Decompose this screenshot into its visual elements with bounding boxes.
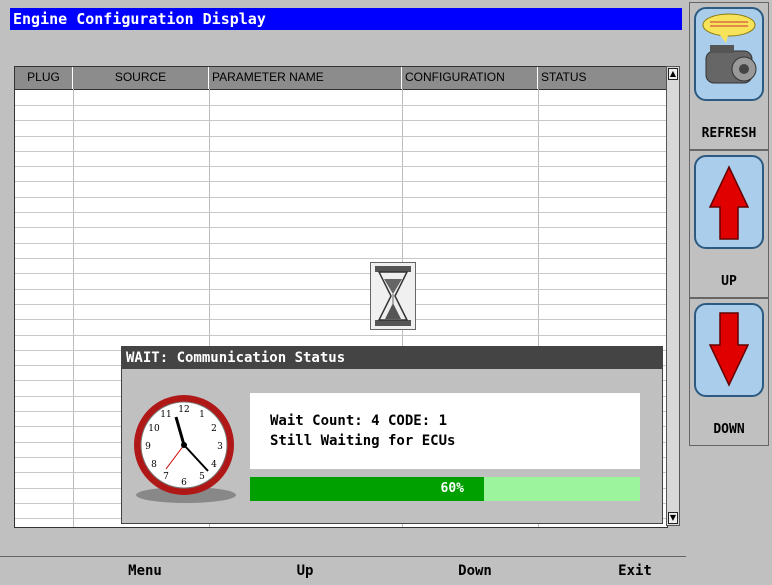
refresh-button-label: REFRESH xyxy=(701,126,757,141)
function-key-bar: Menu Up Down Exit xyxy=(0,556,686,585)
communication-status-dialog: WAIT: Communication Status 12 3 69 12 45 … xyxy=(121,346,663,524)
svg-text:7: 7 xyxy=(163,472,169,482)
svg-text:10: 10 xyxy=(148,424,160,434)
hourglass-icon xyxy=(370,262,416,330)
engine-refresh-icon xyxy=(694,7,764,101)
svg-text:3: 3 xyxy=(217,442,223,452)
table-header: PLUG SOURCE PARAMETER NAME CONFIGURATION… xyxy=(15,67,667,90)
table-row-divider xyxy=(15,151,667,152)
svg-text:5: 5 xyxy=(199,472,205,482)
column-header-configuration[interactable]: CONFIGURATION xyxy=(402,67,538,89)
svg-text:4: 4 xyxy=(211,460,217,470)
down-function-key[interactable]: Down xyxy=(420,557,530,585)
table-row-divider xyxy=(15,166,667,167)
scroll-up-arrow-icon[interactable]: ▲ xyxy=(668,68,678,80)
status-message-box: Wait Count: 4 CODE: 1 Still Waiting for … xyxy=(250,393,640,469)
column-header-source[interactable]: SOURCE xyxy=(73,67,209,89)
red-up-arrow-icon xyxy=(694,155,764,249)
scroll-down-arrow-icon[interactable]: ▼ xyxy=(668,512,678,524)
table-row-divider xyxy=(15,120,667,121)
table-row-divider xyxy=(15,243,667,244)
table-row-divider xyxy=(15,289,667,290)
table-row-divider xyxy=(15,105,667,106)
table-column-divider xyxy=(73,89,74,527)
table-row-divider xyxy=(15,273,667,274)
svg-text:2: 2 xyxy=(211,424,217,434)
column-header-parameter-name[interactable]: PARAMETER NAME xyxy=(209,67,402,89)
svg-text:1: 1 xyxy=(199,410,205,420)
red-down-arrow-icon xyxy=(694,303,764,397)
table-row-divider xyxy=(15,304,667,305)
table-row-divider xyxy=(15,335,667,336)
waiting-status-text: Still Waiting for ECUs xyxy=(270,433,456,449)
dialog-title: WAIT: Communication Status xyxy=(122,347,662,369)
svg-text:6: 6 xyxy=(181,478,187,488)
refresh-button[interactable]: REFRESH xyxy=(689,2,769,150)
column-header-plug[interactable]: PLUG xyxy=(15,67,73,89)
down-button-label: DOWN xyxy=(713,422,745,437)
svg-text:11: 11 xyxy=(160,410,171,420)
table-row-divider xyxy=(15,319,667,320)
table-row-divider xyxy=(15,181,667,182)
up-button[interactable]: UP xyxy=(689,150,769,298)
down-button[interactable]: DOWN xyxy=(689,298,769,446)
progress-bar: 60% xyxy=(250,477,640,501)
svg-text:12: 12 xyxy=(178,405,189,415)
menu-function-key[interactable]: Menu xyxy=(90,557,200,585)
up-button-label: UP xyxy=(721,274,737,289)
side-button-panel: REFRESH UP DOWN xyxy=(686,0,772,584)
table-row-divider xyxy=(15,136,667,137)
progress-label: 60% xyxy=(440,481,464,496)
wait-count-text: Wait Count: 4 CODE: 1 xyxy=(270,413,448,429)
column-header-status[interactable]: STATUS xyxy=(538,67,667,89)
vertical-scrollbar[interactable]: ▲ ▼ xyxy=(666,66,680,526)
up-function-key[interactable]: Up xyxy=(250,557,360,585)
table-row-divider xyxy=(15,212,667,213)
clock-icon: 12 3 69 12 45 78 10 11 xyxy=(130,387,242,505)
table-row-divider xyxy=(15,227,667,228)
main-window: Engine Configuration Display PLUG SOURCE… xyxy=(0,0,687,585)
exit-function-key[interactable]: Exit xyxy=(580,557,690,585)
svg-text:8: 8 xyxy=(151,460,157,470)
table-row-divider xyxy=(15,258,667,259)
svg-text:9: 9 xyxy=(145,442,151,452)
window-title: Engine Configuration Display xyxy=(10,8,682,30)
table-row-divider xyxy=(15,197,667,198)
